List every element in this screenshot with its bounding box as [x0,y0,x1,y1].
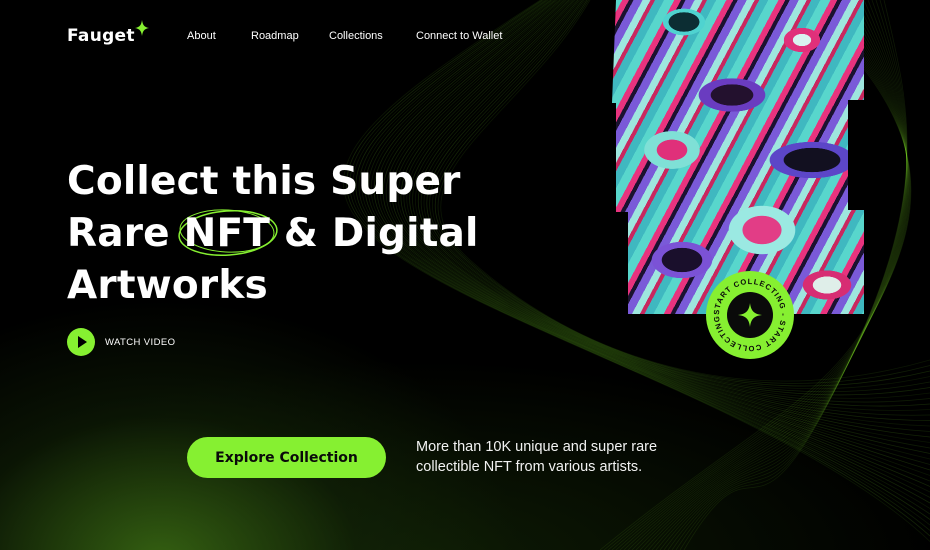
collection-description: More than 10K unique and super rare coll… [416,439,658,475]
headline-digital: & Digital [270,211,479,256]
nav-link-roadmap[interactable]: Roadmap [251,30,299,42]
nft-highlight: NFT [177,208,278,260]
hero-headline: Collect this Super Rare NFT & Digital Ar… [67,156,487,312]
headline-rare: Rare [67,211,184,256]
nav-link-collections[interactable]: Collections [329,30,383,42]
brand-logo[interactable]: Fauget [67,26,135,46]
headline-line-2: Rare NFT & Digital [67,208,487,260]
sparkle-icon [135,20,149,36]
watch-video-label: WATCH VIDEO [105,337,176,348]
nav-link-about[interactable]: About [187,30,216,42]
headline-line-1: Collect this Super [67,159,461,204]
headline-nft: NFT [183,211,271,256]
play-icon[interactable] [67,328,95,356]
explore-collection-button[interactable]: Explore Collection [187,437,386,478]
start-collecting-badge[interactable]: START COLLECTING - START COLLECTING - [705,270,795,360]
nav-link-connect-wallet[interactable]: Connect to Wallet [416,30,502,42]
nft-artwork-image [612,0,864,314]
headline-line-3: Artworks [67,263,268,308]
